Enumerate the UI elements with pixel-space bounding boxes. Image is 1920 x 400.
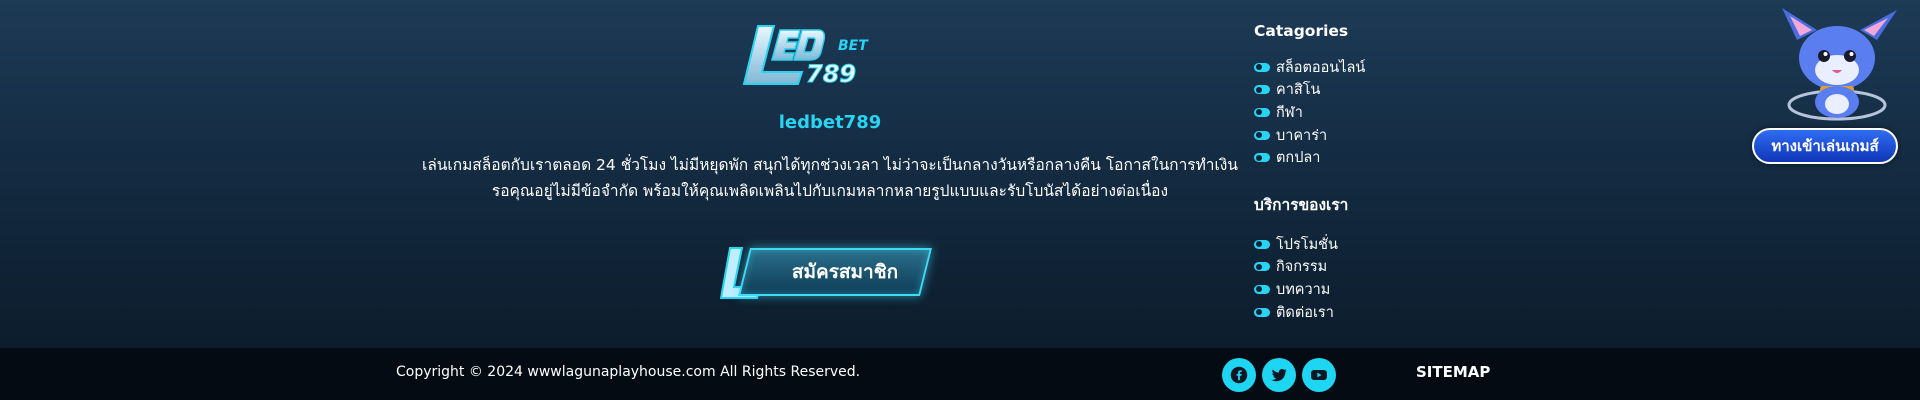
services-list: โปรโมชั่น กิจกรรม บทความ ติดต่อเรา	[1254, 233, 1454, 323]
category-item-slots[interactable]: สล็อตออนไลน์	[1254, 56, 1454, 79]
description-line-2: รอคุณอยู่ไม่มีข้อจำกัด พร้อมให้คุณเพลิดเ…	[491, 182, 1169, 200]
service-item-label: โปรโมชั่น	[1276, 236, 1338, 253]
toggle-bullet-icon	[1254, 107, 1270, 117]
service-item-articles[interactable]: บทความ	[1254, 278, 1454, 301]
category-item-baccarat[interactable]: บาคาร่า	[1254, 124, 1454, 147]
toggle-bullet-icon	[1254, 130, 1270, 140]
footer-bar: Copyright © 2024 wwwlagunaplayhouse.com …	[0, 348, 1920, 400]
toggle-bullet-icon	[1254, 62, 1270, 72]
toggle-bullet-icon	[1254, 153, 1270, 163]
service-item-label: กิจกรรม	[1276, 259, 1328, 276]
sitemap-link[interactable]: SITEMAP	[1416, 363, 1490, 381]
toggle-bullet-icon	[1254, 85, 1270, 95]
categories-column: Catagories สล็อตออนไลน์ คาสิโน กีฬา บาคา…	[1254, 22, 1454, 169]
twitter-icon[interactable]	[1262, 358, 1296, 392]
toggle-bullet-icon	[1254, 284, 1270, 294]
service-item-label: ติดต่อเรา	[1276, 304, 1334, 321]
ledbet789-logo[interactable]: BET 789	[740, 20, 900, 92]
categories-list: สล็อตออนไลน์ คาสิโน กีฬา บาคาร่า ตกปลา	[1254, 56, 1454, 169]
category-item-label: สล็อตออนไลน์	[1276, 59, 1366, 76]
copyright-text: Copyright © 2024 wwwlagunaplayhouse.com …	[396, 364, 861, 380]
category-item-casino[interactable]: คาสิโน	[1254, 79, 1454, 102]
service-item-promotion[interactable]: โปรโมชั่น	[1254, 233, 1454, 256]
logo-789-text: 789	[806, 60, 856, 88]
category-item-label: กีฬา	[1276, 104, 1303, 121]
category-item-label: บาคาร่า	[1276, 127, 1328, 144]
social-links	[1222, 358, 1336, 392]
category-item-label: ตกปลา	[1276, 150, 1321, 167]
register-button[interactable]: สมัครสมาชิก	[720, 245, 932, 301]
brand-name: ledbet789	[778, 112, 882, 133]
category-item-fishing[interactable]: ตกปลา	[1254, 146, 1454, 169]
facebook-icon[interactable]	[1222, 358, 1256, 392]
toggle-bullet-icon	[1254, 239, 1270, 249]
footer-main-section: BET 789 ledbet789 เล่นเกมสล็อตกับเราตลอด…	[0, 0, 1920, 348]
toggle-bullet-icon	[1254, 262, 1270, 272]
brand-description: เล่นเกมสล็อตกับเราตลอด 24 ชั่วโมง ไม่มีห…	[400, 152, 1260, 204]
enter-game-button[interactable]: ทางเข้าเล่นเกมส์	[1752, 128, 1898, 164]
youtube-icon[interactable]	[1302, 358, 1336, 392]
service-item-activities[interactable]: กิจกรรม	[1254, 256, 1454, 279]
logo-bet-text: BET	[838, 38, 869, 54]
services-title: บริการของเรา	[1254, 196, 1349, 214]
categories-title: Catagories	[1254, 22, 1349, 40]
services-column: บริการของเรา โปรโมชั่น กิจกรรม บทความ ติ…	[1254, 192, 1454, 323]
service-item-contact[interactable]: ติดต่อเรา	[1254, 301, 1454, 324]
category-item-sports[interactable]: กีฬา	[1254, 101, 1454, 124]
description-line-1: เล่นเกมสล็อตกับเราตลอด 24 ชั่วโมง ไม่มีห…	[422, 156, 1238, 174]
category-item-label: คาสิโน	[1276, 82, 1321, 99]
register-button-label: สมัครสมาชิก	[791, 261, 899, 283]
service-item-label: บทความ	[1276, 281, 1331, 298]
toggle-bullet-icon	[1254, 307, 1270, 317]
